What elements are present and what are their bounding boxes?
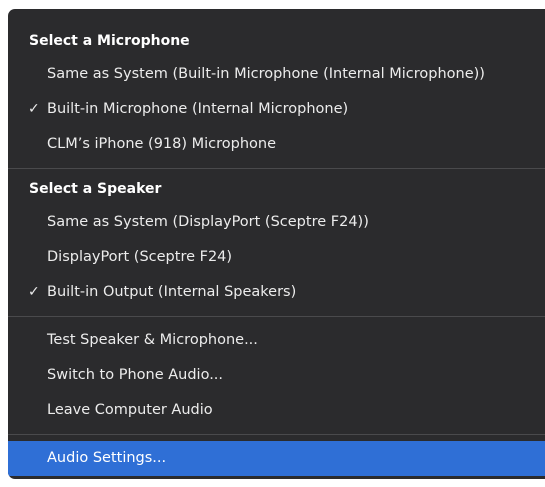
speaker-option-displayport[interactable]: DisplayPort (Sceptre F24) bbox=[8, 240, 545, 275]
speaker-option-same-as-system[interactable]: Same as System (DisplayPort (Sceptre F24… bbox=[8, 205, 545, 240]
speaker-option-label: Built-in Output (Internal Speakers) bbox=[47, 284, 297, 300]
speaker-option-built-in-output[interactable]: ✓ Built-in Output (Internal Speakers) bbox=[8, 275, 545, 310]
mic-option-label: CLM’s iPhone (918) Microphone bbox=[47, 136, 277, 152]
checkmark-icon: ✓ bbox=[28, 284, 40, 300]
menu-item-label: Audio Settings... bbox=[47, 450, 167, 466]
microphone-section-header: Select a Microphone bbox=[29, 33, 190, 49]
speaker-section-header: Select a Speaker bbox=[29, 181, 162, 197]
mic-option-built-in[interactable]: ✓ Built-in Microphone (Internal Micropho… bbox=[8, 92, 545, 127]
menu-separator bbox=[8, 316, 545, 317]
mic-option-label: Same as System (Built-in Microphone (Int… bbox=[47, 66, 485, 82]
audio-menu: Select a Microphone Same as System (Buil… bbox=[8, 9, 545, 479]
mic-option-label: Built-in Microphone (Internal Microphone… bbox=[47, 101, 349, 117]
menu-item-label: Switch to Phone Audio... bbox=[47, 367, 224, 383]
menu-separator bbox=[8, 168, 545, 169]
mic-option-same-as-system[interactable]: Same as System (Built-in Microphone (Int… bbox=[8, 57, 545, 92]
speaker-option-label: DisplayPort (Sceptre F24) bbox=[47, 249, 233, 265]
mic-option-iphone[interactable]: CLM’s iPhone (918) Microphone bbox=[8, 127, 545, 162]
checkmark-icon: ✓ bbox=[28, 101, 40, 117]
switch-to-phone-audio-item[interactable]: Switch to Phone Audio... bbox=[8, 358, 545, 393]
menu-item-label: Test Speaker & Microphone... bbox=[47, 332, 258, 348]
speaker-option-label: Same as System (DisplayPort (Sceptre F24… bbox=[47, 214, 369, 230]
audio-settings-item[interactable]: Audio Settings... bbox=[8, 441, 545, 476]
test-speaker-microphone-item[interactable]: Test Speaker & Microphone... bbox=[8, 323, 545, 358]
leave-computer-audio-item[interactable]: Leave Computer Audio bbox=[8, 393, 545, 428]
menu-separator bbox=[8, 434, 545, 435]
menu-item-label: Leave Computer Audio bbox=[47, 402, 213, 418]
